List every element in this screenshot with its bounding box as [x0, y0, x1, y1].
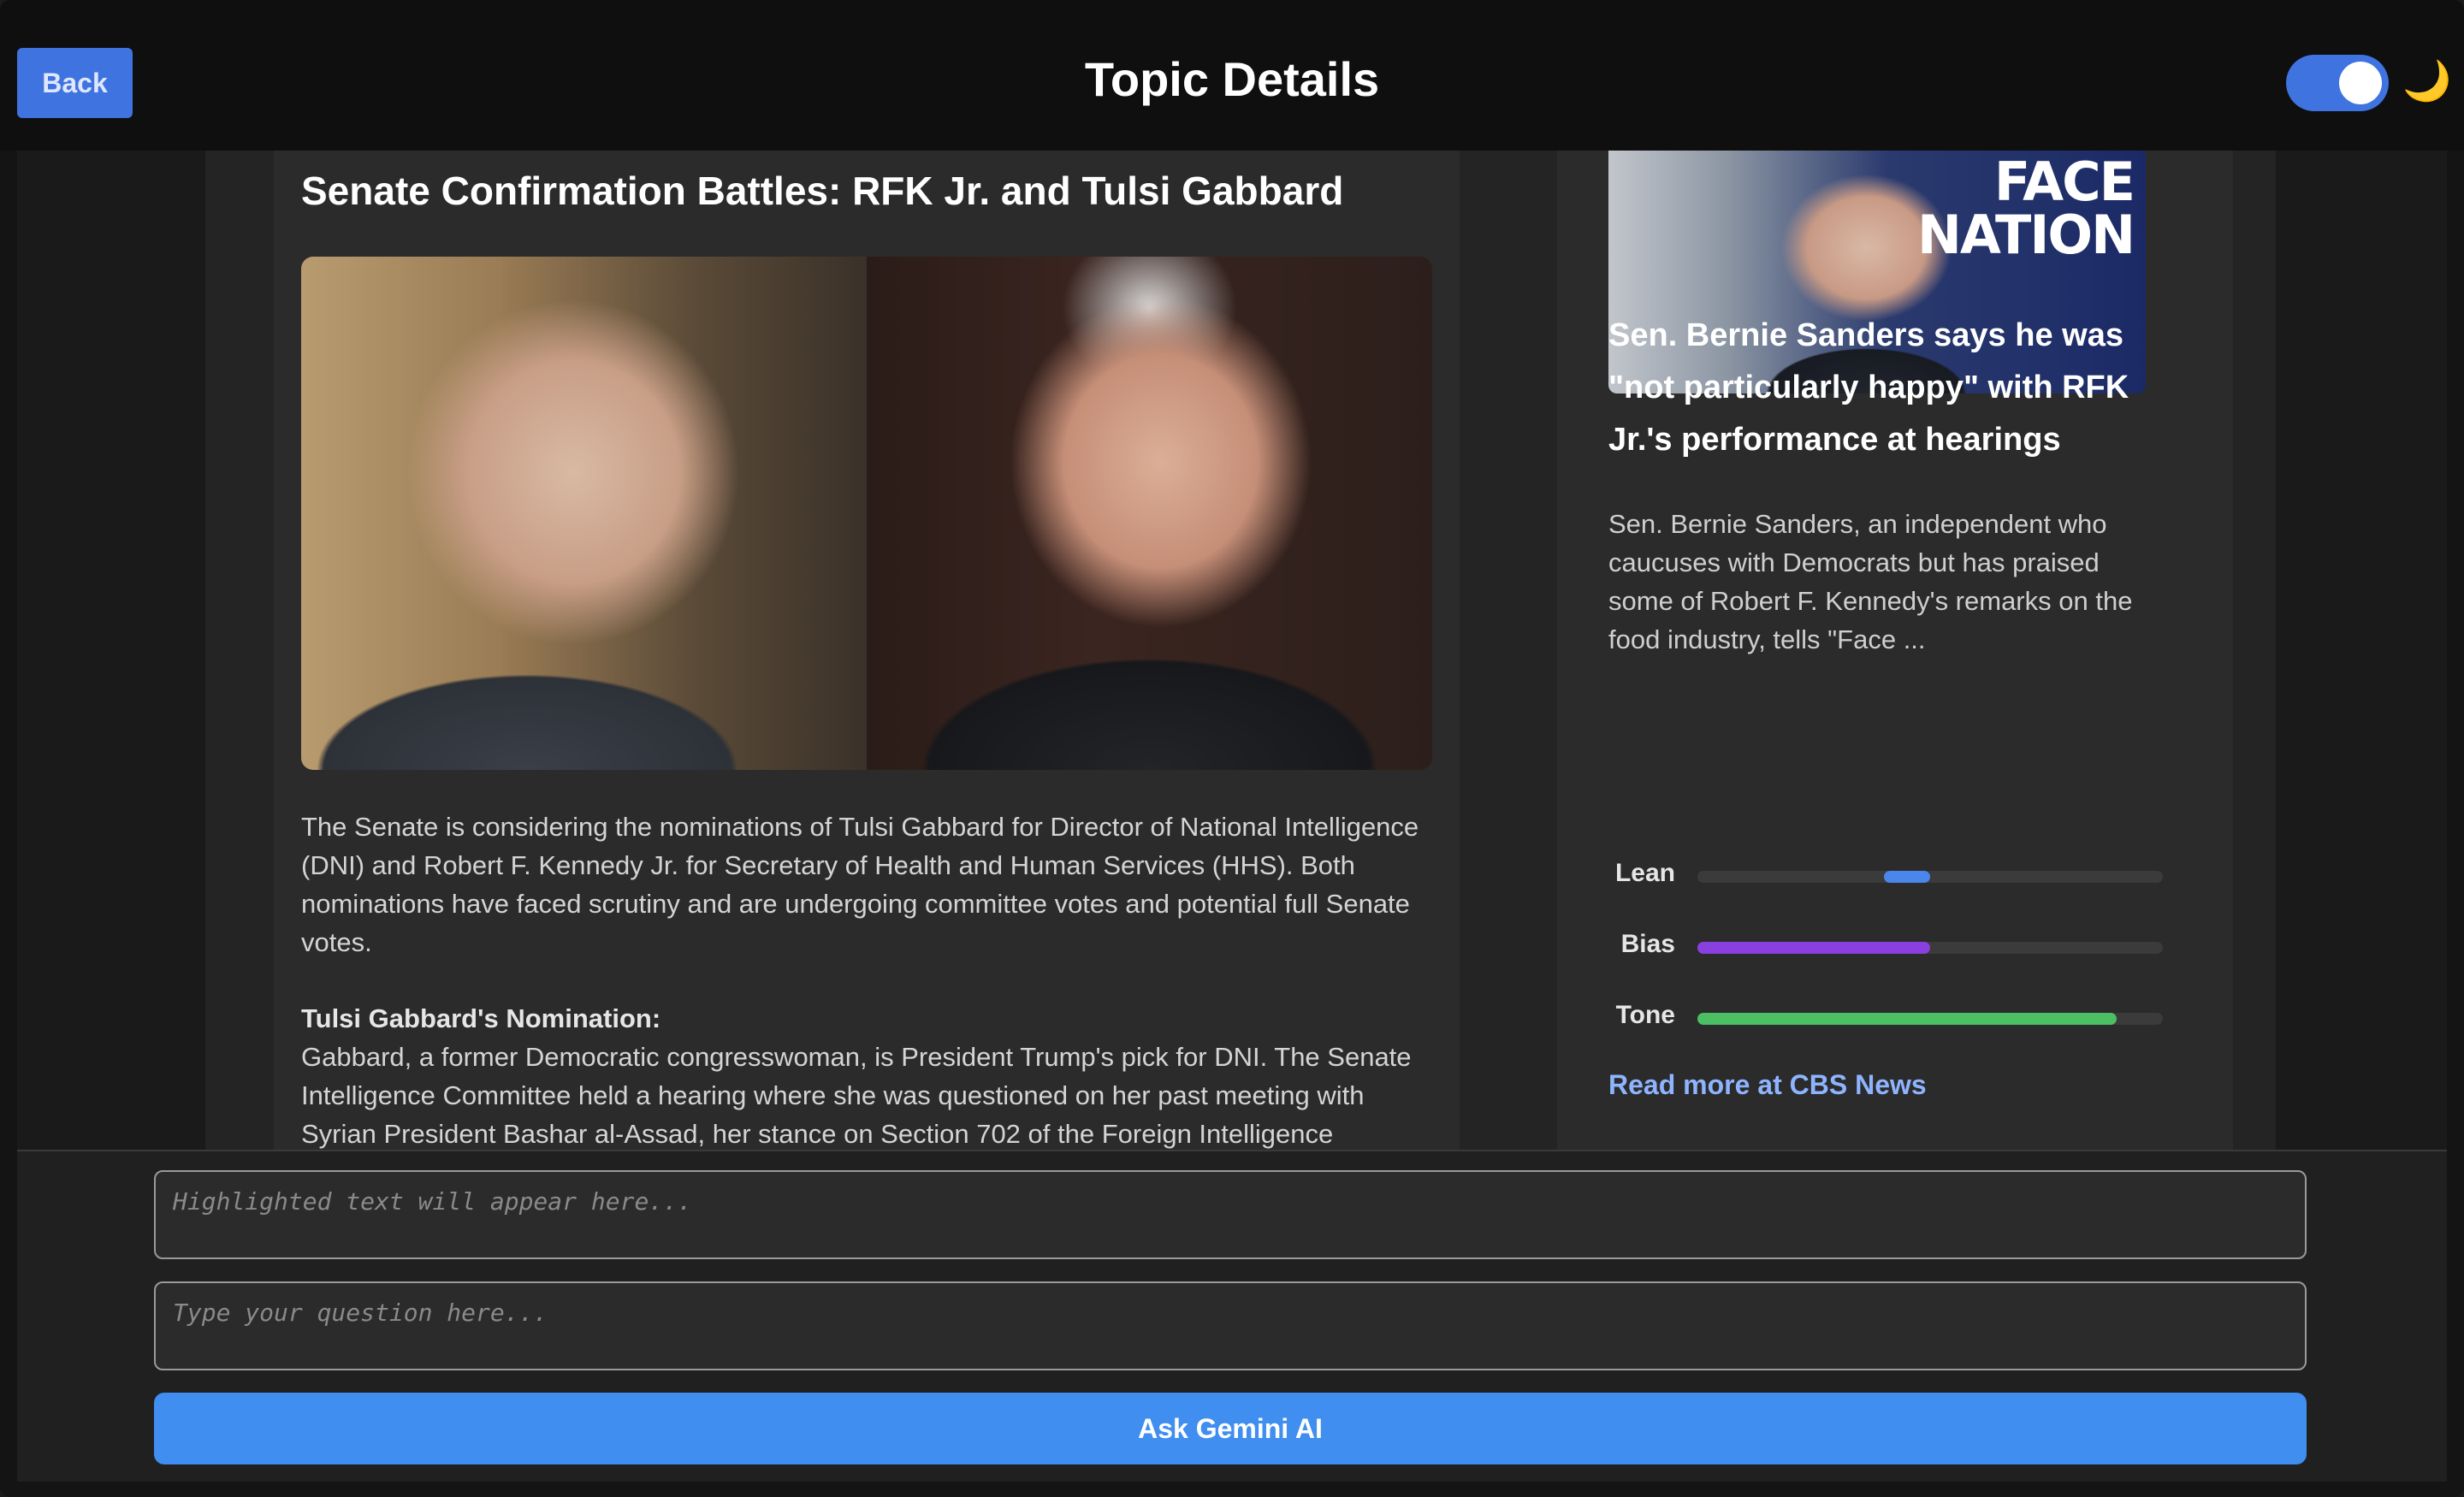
meter-track — [1697, 1013, 2163, 1025]
meter-tone: Tone — [1600, 1001, 2165, 1032]
article-title: Senate Confirmation Battles: RFK Jr. and… — [301, 169, 1344, 213]
meter-fill — [1697, 942, 1930, 954]
meter-label: Lean — [1614, 859, 1675, 887]
meter-label: Bias — [1620, 930, 1675, 958]
ask-gemini-button[interactable]: Ask Gemini AI — [154, 1393, 2307, 1464]
meter-fill — [1883, 871, 1930, 883]
question-input[interactable] — [154, 1281, 2307, 1370]
highlighted-text-field[interactable] — [154, 1170, 2307, 1259]
face-the-nation-logo: FACE NATION — [1916, 151, 2135, 266]
dark-mode-toggle[interactable] — [2286, 55, 2389, 111]
related-headline[interactable]: Sen. Bernie Sanders says he was "not par… — [1608, 310, 2156, 466]
header-bar: Back Topic Details 🌙 — [0, 0, 2464, 151]
section-heading: Tulsi Gabbard's Nomination: — [301, 1003, 661, 1033]
section-text: Gabbard, a former Democratic congresswom… — [301, 1042, 1412, 1149]
toggle-knob — [2339, 62, 2382, 104]
meter-track — [1697, 871, 2163, 883]
article-intro: The Senate is considering the nomination… — [301, 812, 1419, 957]
photo-senator — [301, 257, 867, 770]
meter-lean: Lean — [1600, 859, 2165, 890]
article-body: The Senate is considering the nomination… — [301, 808, 1439, 1150]
meter-track — [1697, 942, 2163, 954]
photo-rfk-jr — [867, 257, 1432, 770]
page-title: Topic Details — [1084, 52, 1380, 106]
read-more-link[interactable]: Read more at CBS News — [1608, 1069, 1927, 1101]
moon-icon: 🌙 — [2402, 58, 2452, 103]
app-window: Back Topic Details 🌙 Senate Confirmation… — [0, 0, 2464, 1497]
meter-label: Tone — [1615, 1001, 1675, 1029]
meter-fill — [1697, 1013, 2117, 1025]
meter-bias: Bias — [1600, 930, 2165, 961]
related-summary: Sen. Bernie Sanders, an independent who … — [1608, 509, 2133, 654]
ask-panel: Ask Gemini AI — [17, 1150, 2447, 1482]
article-image — [301, 257, 1432, 770]
